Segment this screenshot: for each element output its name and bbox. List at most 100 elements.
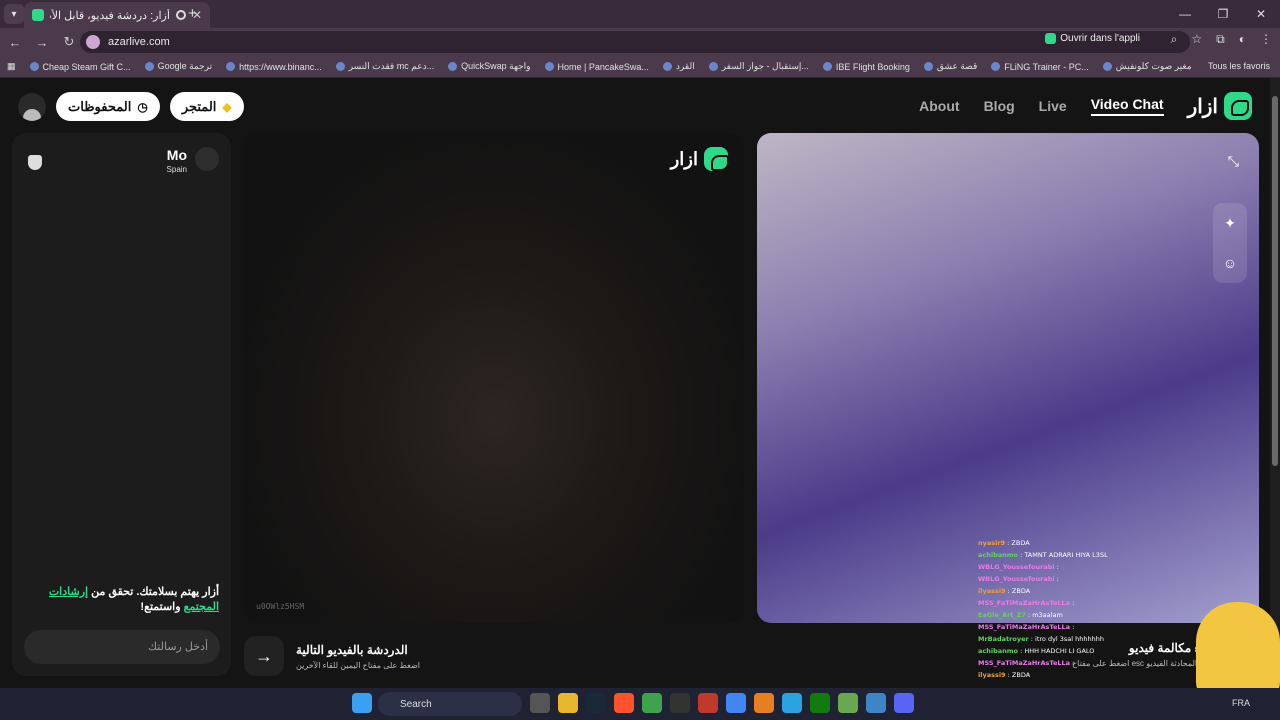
chrome-icon[interactable]	[726, 693, 746, 713]
window-controls: — ❐ ✕	[1166, 0, 1280, 28]
taskbar-search[interactable]: Search	[378, 692, 522, 716]
azar-logo-icon	[1224, 92, 1252, 120]
minimize-video-icon[interactable]: ⤡	[1228, 153, 1239, 170]
bookmark-item[interactable]: إستقبال - جواز السفر...	[702, 61, 816, 72]
scrollbar-thumb[interactable]	[1272, 96, 1278, 466]
profile-avatar-button[interactable]	[18, 92, 46, 121]
site-info-icon[interactable]	[86, 35, 100, 49]
app-icon[interactable]	[754, 693, 774, 713]
chat-user: ilyassi9	[978, 587, 1006, 595]
bookmark-favicon-icon	[448, 62, 458, 71]
bookmark-item[interactable]: IBE Flight Booking	[816, 62, 917, 72]
bookmark-item[interactable]: مغير صوت كلونفيش	[1096, 61, 1199, 72]
address-bar[interactable]: azarlive.com	[80, 31, 1190, 53]
taskbar-apps	[352, 693, 372, 713]
zoom-icon[interactable]: ⌕	[1171, 32, 1178, 47]
all-bookmarks-button[interactable]: Tous les favoris	[1208, 61, 1270, 71]
nav-blog-link[interactable]: Blog	[984, 98, 1015, 114]
main-nav: About Blog Live Video Chat ازار	[919, 92, 1252, 120]
bookmark-favicon-icon	[144, 62, 154, 71]
next-chat-button[interactable]: →	[244, 636, 284, 676]
page-scrollbar[interactable]	[1270, 78, 1280, 688]
bookmark-favicon-icon	[335, 62, 345, 71]
bookmark-label: FLiNG Trainer - PC...	[1004, 61, 1089, 72]
header-actions: المحفوظات ◷ المتجر ◆	[18, 92, 244, 121]
chat-text: HHH HADCHI LI GALO	[1024, 647, 1095, 655]
media-player-icon[interactable]	[642, 693, 662, 713]
bookmark-favicon-icon	[544, 62, 554, 71]
extensions-icon[interactable]: ⧉	[1216, 32, 1225, 47]
brave-icon[interactable]	[614, 693, 634, 713]
stream-chat-line: achibanmo : TAMNT ADRARI HIYA L3SL	[978, 551, 1108, 559]
url-text: azarlive.com	[108, 36, 170, 48]
browser-tab[interactable]: أزار: دردشة فيديو، قابل الأصد... ✕	[24, 2, 210, 28]
azar-favicon-icon	[32, 9, 44, 21]
close-window-button[interactable]: ✕	[1242, 0, 1280, 28]
bookmark-item[interactable]: Cheap Steam Gift C...	[23, 62, 138, 72]
menu-icon[interactable]: ⋮	[1260, 32, 1272, 47]
session-id: u0OWlz5HSM	[256, 602, 305, 611]
windows-start-icon[interactable]	[352, 693, 372, 713]
effects-sparkle-icon[interactable]: ✦	[1224, 215, 1236, 232]
restore-window-button[interactable]: ❐	[1204, 0, 1242, 28]
stream-chat-line: WBLG_Youssefourabi :	[978, 575, 1059, 583]
profile-icon[interactable]: ◐	[1239, 32, 1246, 47]
nav-live-link[interactable]: Live	[1039, 98, 1067, 114]
stream-chat-line: achibanmo : HHH HADCHI LI GALO	[978, 647, 1095, 655]
shop-button[interactable]: المتجر ◆	[169, 92, 244, 121]
telegram-icon[interactable]	[782, 693, 802, 713]
bookmark-label: Google ترجمة	[157, 61, 213, 71]
task-view-icon[interactable]	[530, 693, 550, 713]
message-input[interactable]: أدخل رسالتك	[24, 630, 220, 664]
peer-country: Spain	[166, 165, 187, 174]
taskbar-search-label: Search	[400, 698, 432, 710]
open-in-app-label: Ouvrir dans l'appli	[1060, 33, 1140, 44]
bookmark-favicon-icon	[226, 62, 236, 71]
open-in-app-button[interactable]: Ouvrir dans l'appli	[1045, 33, 1140, 44]
bookmark-item[interactable]: فقدت النسر mc دعم...	[329, 61, 441, 72]
minimize-window-button[interactable]: —	[1166, 0, 1204, 28]
file-explorer-icon[interactable]	[558, 693, 578, 713]
report-shield-icon[interactable]	[28, 155, 42, 170]
apps-grid-icon[interactable]: ▦	[0, 61, 23, 72]
video-tools: ✦ ☺	[1213, 203, 1247, 283]
xbox-icon[interactable]	[810, 693, 830, 713]
app-icon[interactable]	[698, 693, 718, 713]
bookmark-label: https://www.binanc...	[239, 61, 322, 72]
steam-icon[interactable]	[586, 693, 606, 713]
safety-text: أزار يهتم بسلامتك. تحقق من	[91, 586, 219, 598]
bookmark-favicon-icon	[923, 62, 933, 71]
forward-button[interactable]: →	[30, 35, 54, 50]
brand-logo[interactable]: ازار	[1188, 92, 1252, 120]
photos-icon[interactable]	[866, 693, 886, 713]
bookmark-item[interactable]: Google ترجمة	[138, 61, 220, 72]
peer-avatar	[195, 147, 219, 171]
new-tab-button[interactable]: +	[188, 5, 197, 22]
emoji-face-icon[interactable]: ☺	[1223, 255, 1237, 271]
chat-user: MSS_FaTiMaZaHrAsTeLLa	[978, 623, 1071, 631]
bookmark-item[interactable]: QuickSwap واجهة	[441, 61, 537, 72]
system-tray[interactable]: FRA	[1232, 698, 1250, 708]
bookmark-item[interactable]: FLiNG Trainer - PC...	[984, 62, 1096, 72]
app-icon[interactable]	[670, 693, 690, 713]
saved-button[interactable]: المحفوظات ◷	[56, 92, 160, 121]
pinned-apps	[530, 693, 914, 713]
bookmark-label: QuickSwap واجهة	[461, 61, 531, 71]
chat-user: achibanmo	[978, 551, 1018, 559]
bookmark-item[interactable]: https://www.binanc...	[219, 62, 329, 72]
discord-icon[interactable]	[894, 693, 914, 713]
back-button[interactable]: ←	[3, 35, 27, 50]
bookmark-item[interactable]: قصة عشق	[917, 61, 984, 72]
tab-search-icon[interactable]: ▾	[4, 4, 24, 24]
shop-label: المتجر	[181, 98, 217, 114]
reload-button[interactable]: ↻	[57, 34, 81, 50]
bookmark-star-icon[interactable]: ☆	[1191, 32, 1202, 47]
bookmarks-bar: ▦ Cheap Steam Gift C... Google ترجمة htt…	[0, 56, 1280, 78]
app-icon[interactable]	[838, 693, 858, 713]
bookmark-item[interactable]: القرد	[656, 61, 702, 72]
bookmark-item[interactable]: Home | PancakeSwa...	[538, 62, 656, 72]
saved-label: المحفوظات	[68, 98, 132, 114]
nav-video-chat-link[interactable]: Video Chat	[1090, 96, 1164, 116]
nav-about-link[interactable]: About	[919, 98, 959, 114]
bookmark-favicon-icon	[662, 62, 672, 71]
